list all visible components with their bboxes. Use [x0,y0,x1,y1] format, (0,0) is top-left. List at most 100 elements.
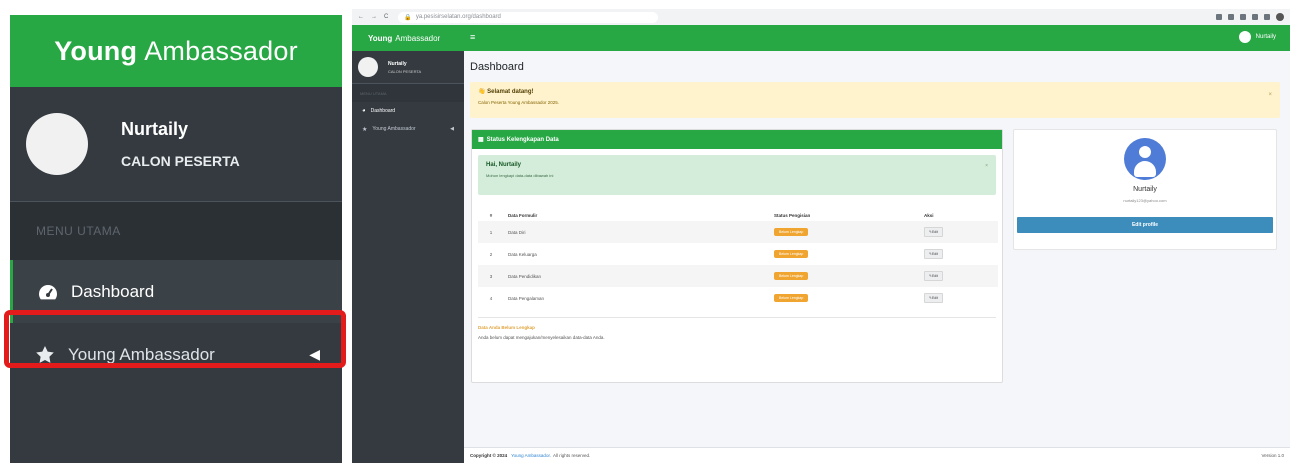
back-icon[interactable]: ← [358,14,364,20]
reload-icon[interactable]: C [384,14,388,20]
extension-icon[interactable] [1228,14,1234,20]
zoom-menu-header: MENU UTAMA [10,202,342,260]
row-name: Data Diri [504,221,774,243]
avatar [26,113,88,175]
column-header: Status Pengisian [774,212,811,218]
column-header: Aksi [924,212,934,218]
zoom-brand-rest: Ambassador [144,35,298,66]
app-sidebar: Nurtaily CALON PESERTA MENU UTAMA ◕ Dash… [352,51,464,463]
row-name: Data Pendidikan [504,265,774,287]
extension-icon[interactable] [1240,14,1246,20]
edit-button[interactable]: ✎Edit [924,293,943,303]
close-icon[interactable]: × [985,163,988,169]
edit-button[interactable]: ✎Edit [924,271,943,281]
extension-icon[interactable] [1264,14,1270,20]
extension-icon[interactable] [1252,14,1258,20]
url-text: ya.pesisirselatan.org/dashboard [415,14,501,20]
status-card: ▦ Status Kelengkapan Data Hai, Nurtaily … [471,129,1003,383]
row-number: 3 [478,265,504,287]
lock-icon: 🔒 [404,14,412,21]
sidebar-user-name: Nurtaily [388,60,407,67]
edit-label: Edit [931,274,938,278]
chevron-left-icon: ◀ [450,126,454,132]
browser-nav: ← → C [358,14,388,20]
address-bar[interactable]: 🔒 ya.pesisirselatan.org/dashboard [398,11,659,23]
tachometer-icon [37,281,59,303]
table-row: 2 Data Keluarga Belum Lengkap ✎Edit [478,243,998,265]
edit-label: Edit [931,296,938,300]
footer-version: Version 1.0 [1261,453,1284,458]
edit-label: Edit [931,252,938,256]
zoom-brand[interactable]: Young Ambassador [10,15,342,87]
edit-profile-button[interactable]: Edit profile [1017,217,1273,233]
note-text: Anda belum dapat mengajukan/menyelesaika… [478,335,605,340]
user-avatar-icon [1124,138,1166,180]
profile-card: Nurtaily nurtaily123@yahoo.com Edit prof… [1013,129,1277,250]
action-cell: ✎Edit [924,243,998,265]
sidebar-item-young-ambassador[interactable]: ★ Young Ambassador ◀ [352,120,464,138]
row-name: Data Keluarga [508,251,537,257]
app-footer: Copyright © 2024 Young Ambassador. All r… [464,447,1290,463]
zoomed-sidebar: Young Ambassador Nurtaily CALON PESERTA … [10,15,342,463]
extension-icon[interactable] [1216,14,1222,20]
sidebar-user-info: Nurtaily CALON PESERTA [388,61,421,74]
status-badge: Belum Lengkap [774,228,809,236]
status-cell: Belum Lengkap [774,243,924,265]
sidebar-user-panel: Nurtaily CALON PESERTA [352,51,464,84]
sidebar-user-role: CALON PESERTA [388,68,422,74]
edit-button[interactable]: ✎Edit [924,227,943,237]
sidebar-label-young-ambassador: Young Ambassador [372,126,416,132]
action-cell: ✎Edit [924,221,998,243]
edit-label: Edit [931,230,938,234]
topbar-user-menu[interactable]: Nurtaily [1238,31,1276,43]
browser-window: ← → C 🔒 ya.pesisirselatan.org/dashboard … [352,9,1290,463]
app-brand[interactable]: Young Ambassador [352,25,464,51]
main-content: Dashboard 👋 Selamat datang! Calon Pesert… [464,51,1290,463]
status-card-title: Status Kelengkapan Data [486,136,559,143]
profile-icon[interactable] [1276,13,1284,21]
row-number: 2 [489,251,493,257]
table-icon: ▦ [478,137,484,143]
topbar-user-name: Nurtaily [1255,34,1276,40]
status-badge: Belum Lengkap [774,250,809,258]
star-icon: ★ [362,126,368,133]
zoom-sidebar-item-young-ambassador[interactable]: Young Ambassador ◀ [10,323,342,386]
table-header-row: # Data Formulir Status Pengisian Aksi [478,209,998,221]
zoom-user-panel: Nurtaily CALON PESERTA [10,87,342,202]
table-row: 3 Data Pendidikan Belum Lengkap ✎Edit [478,265,998,287]
action-cell: ✎Edit [924,287,998,309]
status-cell: Belum Lengkap [774,265,924,287]
footer-link[interactable]: Young Ambassador. [511,453,551,458]
status-cell: Belum Lengkap [774,221,924,243]
status-badge: Belum Lengkap [774,294,809,302]
sidebar-item-dashboard[interactable]: ◕ Dashboard [352,102,464,120]
greeting-text: Mohon lengkapi data-data dibawah ini [486,173,554,178]
zoom-sidebar-item-dashboard[interactable]: Dashboard [10,260,342,323]
edit-button[interactable]: ✎Edit [924,249,943,259]
row-number: 4 [489,295,493,301]
greeting-alert: Hai, Nurtaily Mohon lengkapi data-data d… [478,155,996,195]
tachometer-icon: ◕ [362,108,366,114]
sidebar-label-dashboard: Dashboard [370,108,396,114]
profile-email: nurtaily123@yahoo.com [1123,198,1167,203]
row-number: 1 [478,221,504,243]
column-header: # [489,212,493,218]
screenshot-root: Young Ambassador Nurtaily CALON PESERTA … [0,0,1291,463]
sidebar-menu-header: MENU UTAMA [352,84,464,102]
profile-name: Nurtaily [1133,186,1157,193]
close-icon[interactable]: × [1268,92,1272,98]
greeting-title: Hai, Nurtaily [486,162,522,168]
zoom-brand-bold: Young [54,35,138,66]
welcome-title: 👋 Selamat datang! [478,89,534,95]
forward-icon[interactable]: → [371,14,377,20]
page-title: Dashboard [470,61,524,73]
browser-extensions [1216,13,1284,21]
app-topbar: Young Ambassador ≡ Nurtaily [352,25,1290,51]
zoom-user-role: CALON PESERTA [121,153,240,169]
zoom-user-info: Nurtaily CALON PESERTA [121,119,240,169]
avatar [358,57,378,77]
table-row: 1 Data Diri Belum Lengkap ✎Edit [478,221,998,243]
hamburger-icon[interactable]: ≡ [470,33,475,42]
footer-copyright: Copyright © 2024 [470,453,508,458]
welcome-text: Calon Peserta Young Ambassador 2025. [478,100,560,105]
